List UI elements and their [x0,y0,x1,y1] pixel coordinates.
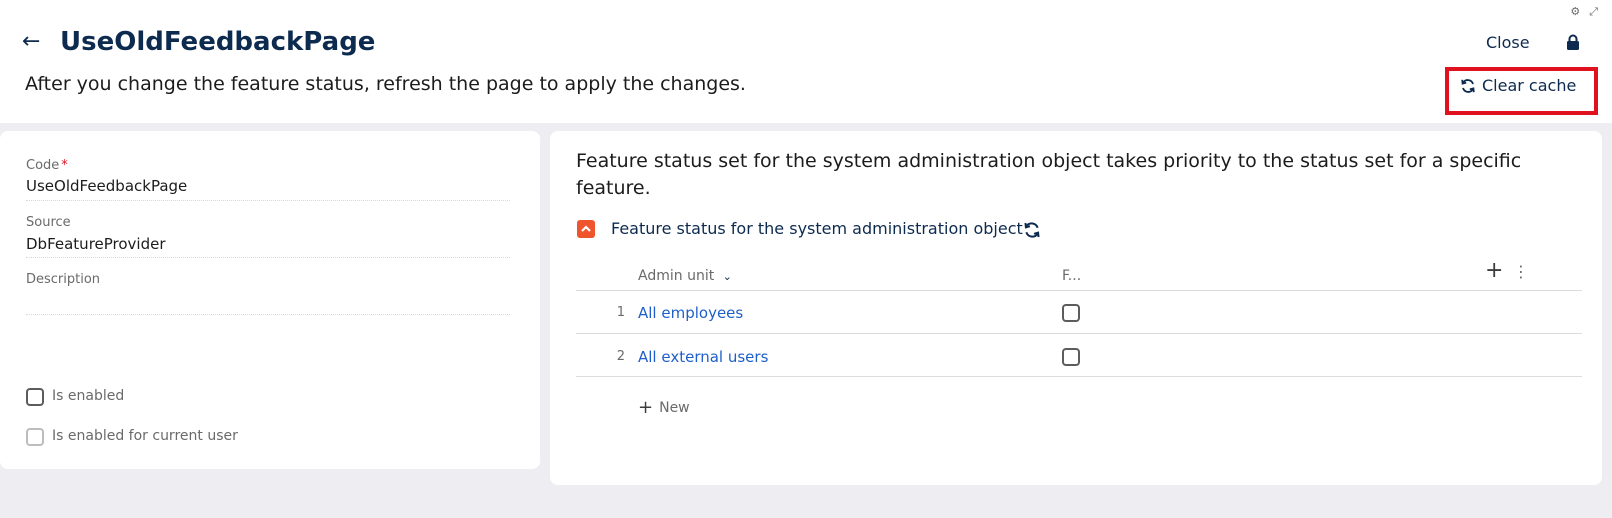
page-subtitle: After you change the feature status, ref… [25,73,746,95]
clear-cache-button[interactable]: Clear cache [1460,76,1576,95]
plus-icon: + [638,397,654,418]
kebab-icon[interactable]: ⋮ [1513,262,1529,281]
new-label: New [659,399,690,416]
grid-divider [576,376,1582,377]
grid-divider [576,290,1582,291]
feature-status-checkbox[interactable] [1062,348,1080,366]
plus-icon[interactable]: + [1485,258,1503,283]
row-number: 1 [616,305,625,320]
new-button[interactable]: + New [638,397,690,418]
column-header-admin-unit[interactable]: Admin unit ⌄ [638,268,732,284]
code-label: Code * [26,158,68,173]
feature-status-checkbox[interactable] [1062,304,1080,322]
source-field[interactable]: DbFeatureProvider [26,235,166,253]
section-title: Feature status for the system administra… [611,219,1023,238]
expand-icon[interactable]: ⤢ [1589,5,1598,19]
page-title: UseOldFeedbackPage [60,27,376,57]
admin-unit-link[interactable]: All external users [638,348,768,366]
page-header: ⚙ ⤢ ← UseOldFeedbackPage Close After you… [0,0,1612,123]
row-number: 2 [616,349,625,364]
source-label: Source [26,215,71,230]
window-controls: ⚙ ⤢ [1570,5,1598,19]
settings-icon[interactable]: ⚙ [1570,5,1580,19]
code-field[interactable]: UseOldFeedbackPage [26,177,187,195]
close-button[interactable]: Close [1486,33,1530,52]
collapse-icon[interactable] [577,220,595,238]
chevron-down-icon: ⌄ [722,270,732,283]
admin-unit-link[interactable]: All employees [638,304,743,322]
refresh-icon [1461,78,1475,93]
lock-icon[interactable] [1565,34,1581,50]
field-divider [26,314,510,315]
is-enabled-label: Is enabled [52,388,125,404]
column-header-feature[interactable]: F... [1062,268,1081,284]
feature-form-card: Code * UseOldFeedbackPage Source DbFeatur… [0,131,540,469]
info-text: Feature status set for the system admini… [576,150,1522,199]
feature-status-card: Feature status set for the system admini… [550,131,1602,485]
description-label: Description [26,272,101,287]
field-divider [26,200,510,201]
is-enabled-checkbox[interactable] [26,388,44,406]
is-enabled-current-user-checkbox[interactable] [26,428,44,446]
is-enabled-current-user-label: Is enabled for current user [52,428,238,444]
back-arrow-icon[interactable]: ← [22,29,40,55]
clear-cache-label: Clear cache [1482,76,1577,95]
grid-divider [576,333,1582,334]
field-divider [26,257,510,258]
refresh-icon[interactable] [1023,221,1041,239]
